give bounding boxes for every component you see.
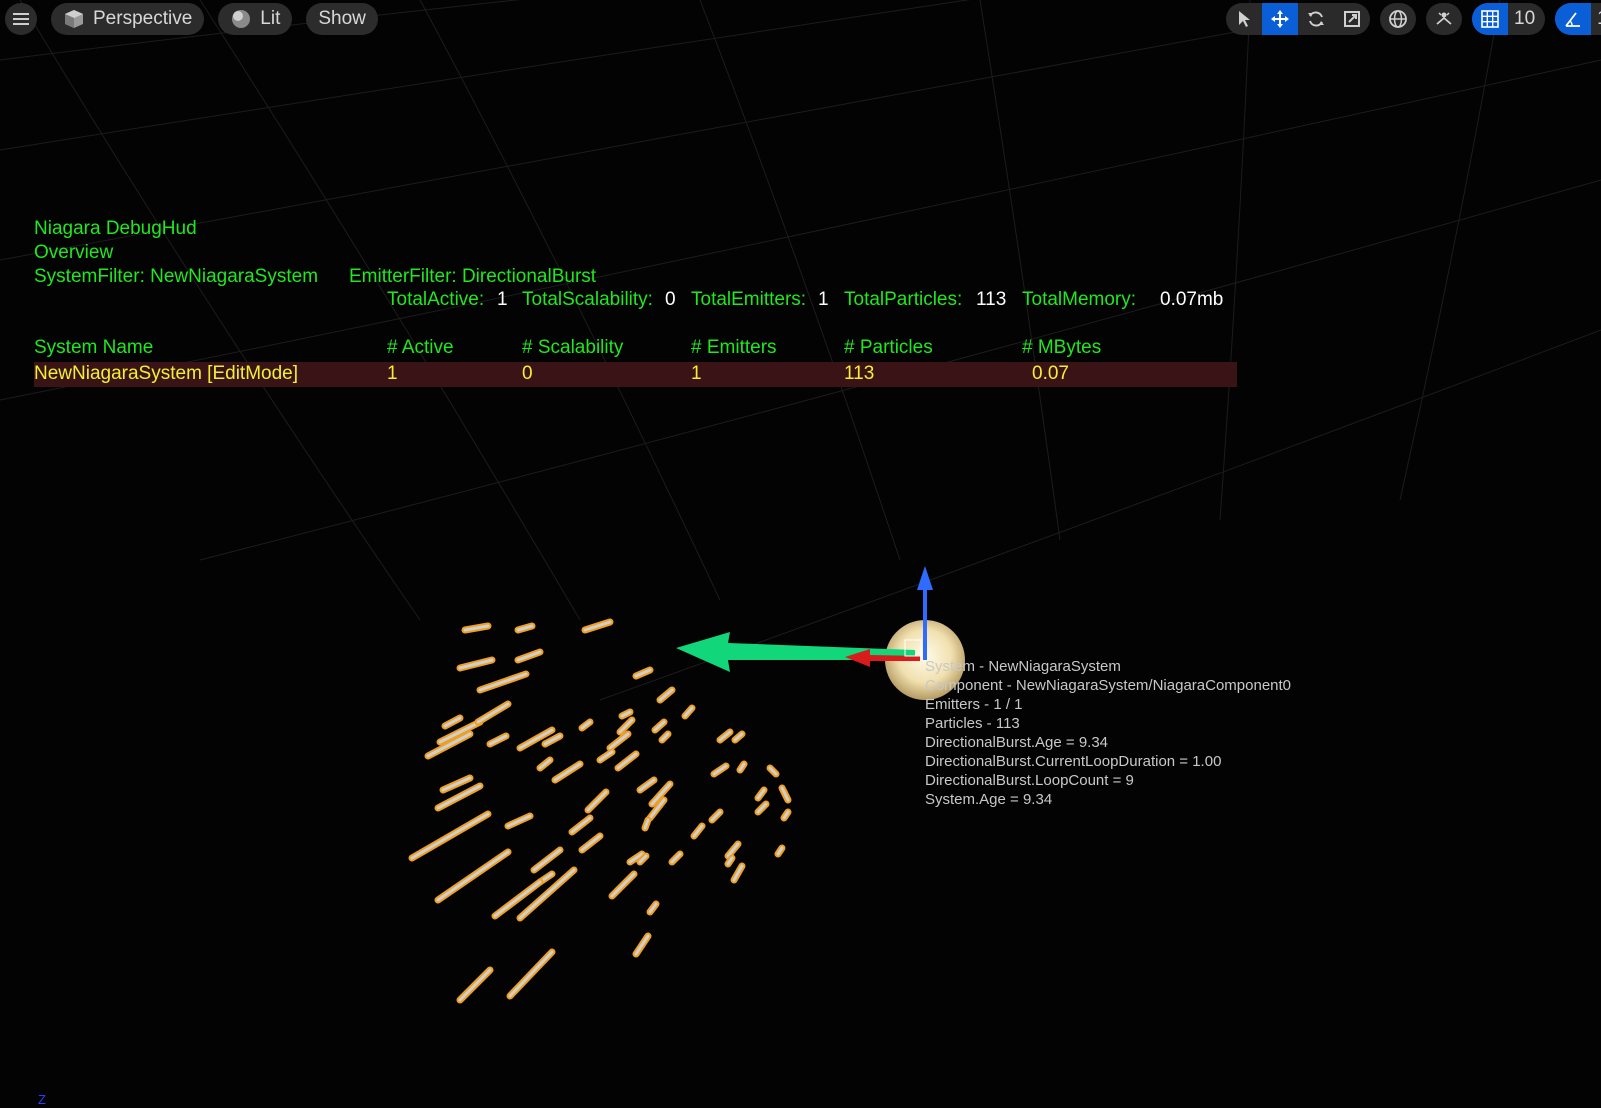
z-axis-arrow-icon [917, 566, 933, 590]
row-scalability: 0 [522, 363, 533, 384]
info-line: DirectionalBurst.Age = 9.34 [925, 734, 1109, 751]
viewport-toolbar-right: 10 1 [1226, 3, 1601, 35]
world-local-toggle-button[interactable] [1380, 3, 1416, 35]
axis-indicator-z: Z [38, 1092, 46, 1107]
info-line: System.Age = 9.34 [925, 791, 1053, 808]
total-emitters-label: TotalEmitters: [691, 289, 807, 310]
grid-icon [1481, 10, 1499, 28]
row-emitters: 1 [691, 363, 702, 384]
total-scalability-value: 0 [665, 289, 676, 310]
grid-snap-toggle[interactable] [1472, 3, 1508, 35]
row-particles: 113 [844, 363, 875, 384]
perspective-label: Perspective [93, 8, 193, 29]
viewport-toolbar-left: Perspective Lit Show [5, 3, 378, 35]
grid-snap-value[interactable]: 10 [1508, 8, 1545, 30]
translate-mode-button[interactable] [1262, 3, 1298, 35]
angle-icon [1565, 12, 1581, 27]
select-arrow-icon [1239, 11, 1250, 27]
scale-icon [1344, 11, 1360, 27]
scale-mode-button[interactable] [1334, 3, 1370, 35]
surface-snap-button[interactable] [1426, 3, 1462, 35]
info-line: System - NewNiagaraSystem [925, 658, 1121, 675]
show-flags-button[interactable]: Show [306, 3, 378, 35]
angle-snap-toggle[interactable] [1555, 3, 1592, 35]
column-header-scalability: # Scalability [522, 337, 624, 358]
viewport-menu-button[interactable] [5, 3, 37, 35]
total-memory-value: 0.07mb [1160, 289, 1224, 310]
angle-snap-group: 1 [1555, 3, 1601, 35]
coordinate-system-group [1380, 3, 1416, 35]
select-mode-button[interactable] [1226, 3, 1262, 35]
total-particles-label: TotalParticles: [844, 289, 963, 310]
perspective-view-button[interactable]: Perspective [51, 3, 205, 35]
world-globe-icon [1389, 10, 1407, 28]
grid-snap-group: 10 [1472, 3, 1546, 35]
hamburger-menu-icon [13, 13, 29, 25]
surface-snap-icon [1436, 12, 1452, 25]
info-line: Particles - 113 [925, 715, 1020, 732]
row-active: 1 [387, 363, 398, 384]
rotate-mode-button[interactable] [1298, 3, 1334, 35]
rotate-icon [1308, 11, 1324, 27]
lit-label: Lit [260, 8, 281, 29]
show-label: Show [318, 8, 366, 29]
level-viewport[interactable]: Perspective Lit Show 10 Niagara DebugHud… [0, 0, 1601, 1108]
debughud-mode: Overview [34, 242, 114, 263]
debughud-title: Niagara DebugHud [34, 218, 197, 239]
total-active-value: 1 [497, 289, 508, 310]
info-line: Emitters - 1 / 1 [925, 696, 1023, 713]
emitter-filter-text: EmitterFilter: DirectionalBurst [349, 266, 597, 287]
total-particles-value: 113 [976, 289, 1007, 310]
component-debug-info: System - NewNiagaraSystem Component - Ne… [925, 657, 1291, 809]
column-header-system-name: System Name [34, 337, 154, 358]
total-emitters-value: 1 [818, 289, 829, 310]
total-active-label: TotalActive: [387, 289, 485, 310]
total-scalability-label: TotalScalability: [522, 289, 653, 310]
cube-icon [65, 10, 83, 28]
column-header-emitters: # Emitters [691, 337, 777, 358]
column-header-active: # Active [387, 337, 454, 358]
transform-gizmo[interactable] [0, 0, 1601, 1108]
move-arrows-icon [1271, 10, 1289, 28]
surface-snap-group [1426, 3, 1462, 35]
column-header-mbytes: # MBytes [1022, 337, 1102, 358]
lit-sphere-icon [232, 10, 251, 28]
info-line: Component - NewNiagaraSystem/NiagaraComp… [925, 677, 1292, 694]
row-system-name: NewNiagaraSystem [EditMode] [34, 363, 298, 384]
system-filter-text: SystemFilter: NewNiagaraSystem [34, 266, 319, 287]
total-memory-label: TotalMemory: [1022, 289, 1137, 310]
x-axis-arrow-icon [676, 632, 915, 672]
lit-view-mode-button[interactable]: Lit [218, 3, 293, 35]
row-mbytes: 0.07 [1032, 363, 1069, 384]
transform-mode-group [1226, 3, 1370, 35]
angle-snap-value[interactable]: 1 [1591, 8, 1601, 30]
info-line: DirectionalBurst.LoopCount = 9 [925, 772, 1134, 789]
column-header-particles: # Particles [844, 337, 933, 358]
info-line: DirectionalBurst.CurrentLoopDuration = 1… [925, 753, 1222, 770]
